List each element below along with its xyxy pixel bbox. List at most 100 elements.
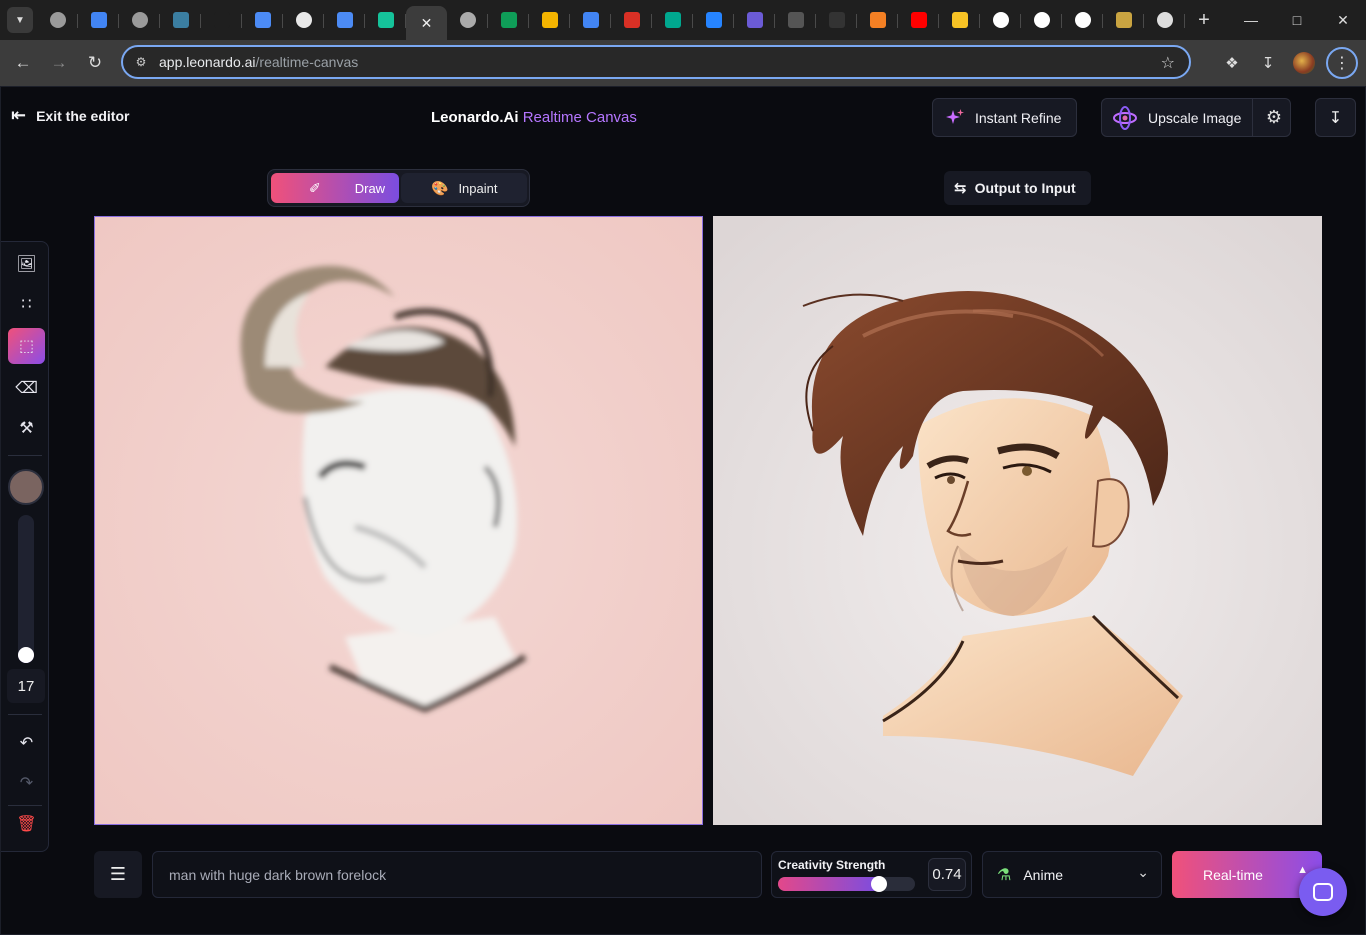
browser-tab[interactable]: [980, 4, 1021, 36]
url-host: app.leonardo.ai: [159, 54, 256, 70]
browser-tab[interactable]: [1103, 4, 1144, 36]
chevron-down-icon: ⌄: [1137, 864, 1149, 880]
browser-tab[interactable]: [775, 4, 816, 36]
generation-settings-button[interactable]: ☰: [94, 851, 142, 898]
browser-tab[interactable]: [1062, 4, 1103, 36]
browser-tab[interactable]: [488, 4, 529, 36]
close-window-button[interactable]: ✕: [1320, 0, 1366, 40]
browser-tab[interactable]: [447, 4, 488, 36]
undo-button[interactable]: ↶: [8, 725, 45, 761]
browser-tab[interactable]: [324, 4, 365, 36]
trash-icon: 🗑: [16, 816, 37, 833]
creativity-strength-slider[interactable]: [778, 877, 915, 891]
browser-tab[interactable]: [857, 4, 898, 36]
redo-button[interactable]: ↷: [8, 765, 45, 801]
browser-tab-bar: ▼ ✕ + — □ ✕: [0, 0, 1366, 40]
prompt-input[interactable]: man with huge dark brown forelock: [152, 851, 762, 898]
support-chat-button[interactable]: [1299, 868, 1347, 916]
address-bar[interactable]: ⚙ app.leonardo.ai/realtime-canvas ☆: [121, 45, 1191, 79]
brush-size-value[interactable]: 17: [7, 669, 45, 703]
upscale-image-button[interactable]: Upscale Image ⚙: [1101, 98, 1291, 137]
browser-tab[interactable]: [611, 4, 652, 36]
browser-tab[interactable]: [78, 4, 119, 36]
reload-button[interactable]: ↻: [77, 45, 113, 81]
exit-editor-button[interactable]: ⇤ Exit the editor: [11, 105, 129, 126]
image-upload-icon: 🖼: [16, 256, 37, 273]
page-title: Leonardo.Ai Realtime Canvas: [431, 109, 637, 126]
browser-tab[interactable]: [816, 4, 857, 36]
tab-search-button[interactable]: ▼: [7, 7, 33, 33]
browser-tab[interactable]: [242, 4, 283, 36]
stackoverflow-icon: [869, 12, 886, 28]
browser-tab[interactable]: [939, 4, 980, 36]
realtime-label: Real-time: [1203, 866, 1263, 883]
new-tab-button[interactable]: +: [1189, 5, 1219, 35]
google-icon: [1033, 12, 1050, 28]
brush-size-thumb[interactable]: [18, 647, 34, 663]
browser-menu-button[interactable]: ⋮: [1326, 47, 1358, 79]
brush-color-swatch[interactable]: [8, 469, 44, 505]
download-icon: ↧: [1328, 109, 1343, 127]
palette-icon: 🎨: [431, 179, 449, 196]
browser-tab[interactable]: [652, 4, 693, 36]
clear-canvas-button[interactable]: 🗑: [8, 806, 45, 842]
prompt-text: man with huge dark brown forelock: [169, 866, 387, 883]
tab-strip: ✕: [37, 0, 1185, 40]
site-info-icon[interactable]: ⚙: [131, 55, 151, 69]
output-to-input-button[interactable]: ⇆ Output to Input: [944, 171, 1091, 205]
browser-tab[interactable]: [37, 4, 78, 36]
translate-icon: [336, 12, 353, 28]
browser-tab[interactable]: [734, 4, 775, 36]
select-tool[interactable]: ⬚: [8, 328, 45, 364]
emoji-icon: [951, 12, 968, 28]
potion-icon: ⚗: [997, 866, 1012, 884]
generated-output-image[interactable]: [713, 216, 1322, 825]
back-button[interactable]: ←: [5, 45, 41, 81]
style-dropdown[interactable]: ⚗ Anime ⌄: [982, 851, 1162, 898]
inpaint-mode-button[interactable]: 🎨 Inpaint: [401, 173, 527, 203]
browser-tab[interactable]: [1144, 4, 1185, 36]
browser-tab[interactable]: [201, 4, 242, 36]
extensions-icon[interactable]: ❖: [1214, 45, 1250, 81]
google-icon: [1074, 12, 1091, 28]
drive-icon: [172, 12, 189, 28]
browser-tab[interactable]: [693, 4, 734, 36]
browser-tab[interactable]: [898, 4, 939, 36]
eraser-icon: ⌫: [15, 380, 38, 397]
browser-tab[interactable]: [160, 4, 201, 36]
openai-icon: [131, 12, 148, 28]
minimize-button[interactable]: —: [1228, 0, 1274, 40]
download-button[interactable]: ↧: [1315, 98, 1356, 137]
image-upload-tool[interactable]: 🖼: [8, 246, 45, 282]
downloads-icon[interactable]: ↧: [1250, 45, 1286, 81]
browser-tab[interactable]: [1021, 4, 1062, 36]
bing-icon: [746, 12, 763, 28]
close-tab-icon[interactable]: ✕: [421, 15, 433, 32]
profile-avatar[interactable]: [1286, 45, 1322, 81]
redo-icon: ↷: [19, 775, 34, 792]
eraser-tool[interactable]: ⌫: [8, 370, 45, 406]
browser-tab[interactable]: [529, 4, 570, 36]
extension-icon: [254, 12, 271, 28]
maximize-button[interactable]: □: [1274, 0, 1320, 40]
forward-button[interactable]: →: [41, 45, 77, 81]
browser-tab[interactable]: [119, 4, 160, 36]
browser-tab[interactable]: [365, 4, 406, 36]
drawing-canvas[interactable]: [94, 216, 703, 825]
upscale-settings-gear-icon[interactable]: ⚙: [1266, 107, 1282, 128]
docs-icon: [582, 12, 599, 28]
draw-mode-button[interactable]: ✐ Draw: [271, 173, 399, 203]
browser-tab[interactable]: ✕: [406, 6, 447, 40]
sliders-icon: ☰: [109, 864, 127, 884]
instant-refine-button[interactable]: Instant Refine: [932, 98, 1077, 137]
grid-select-tool[interactable]: ∷: [8, 286, 45, 322]
paint-bucket-tool[interactable]: ⚒: [8, 410, 45, 446]
medium-icon: [787, 12, 804, 28]
bookmark-star-icon[interactable]: ☆: [1161, 53, 1175, 73]
browser-tab[interactable]: [570, 4, 611, 36]
brush-size-slider[interactable]: [18, 515, 34, 663]
divider: [8, 455, 42, 456]
brush-stroke-icon: ✐: [309, 179, 321, 196]
browser-tab[interactable]: [283, 4, 324, 36]
creativity-strength-value[interactable]: 0.74: [928, 858, 966, 891]
